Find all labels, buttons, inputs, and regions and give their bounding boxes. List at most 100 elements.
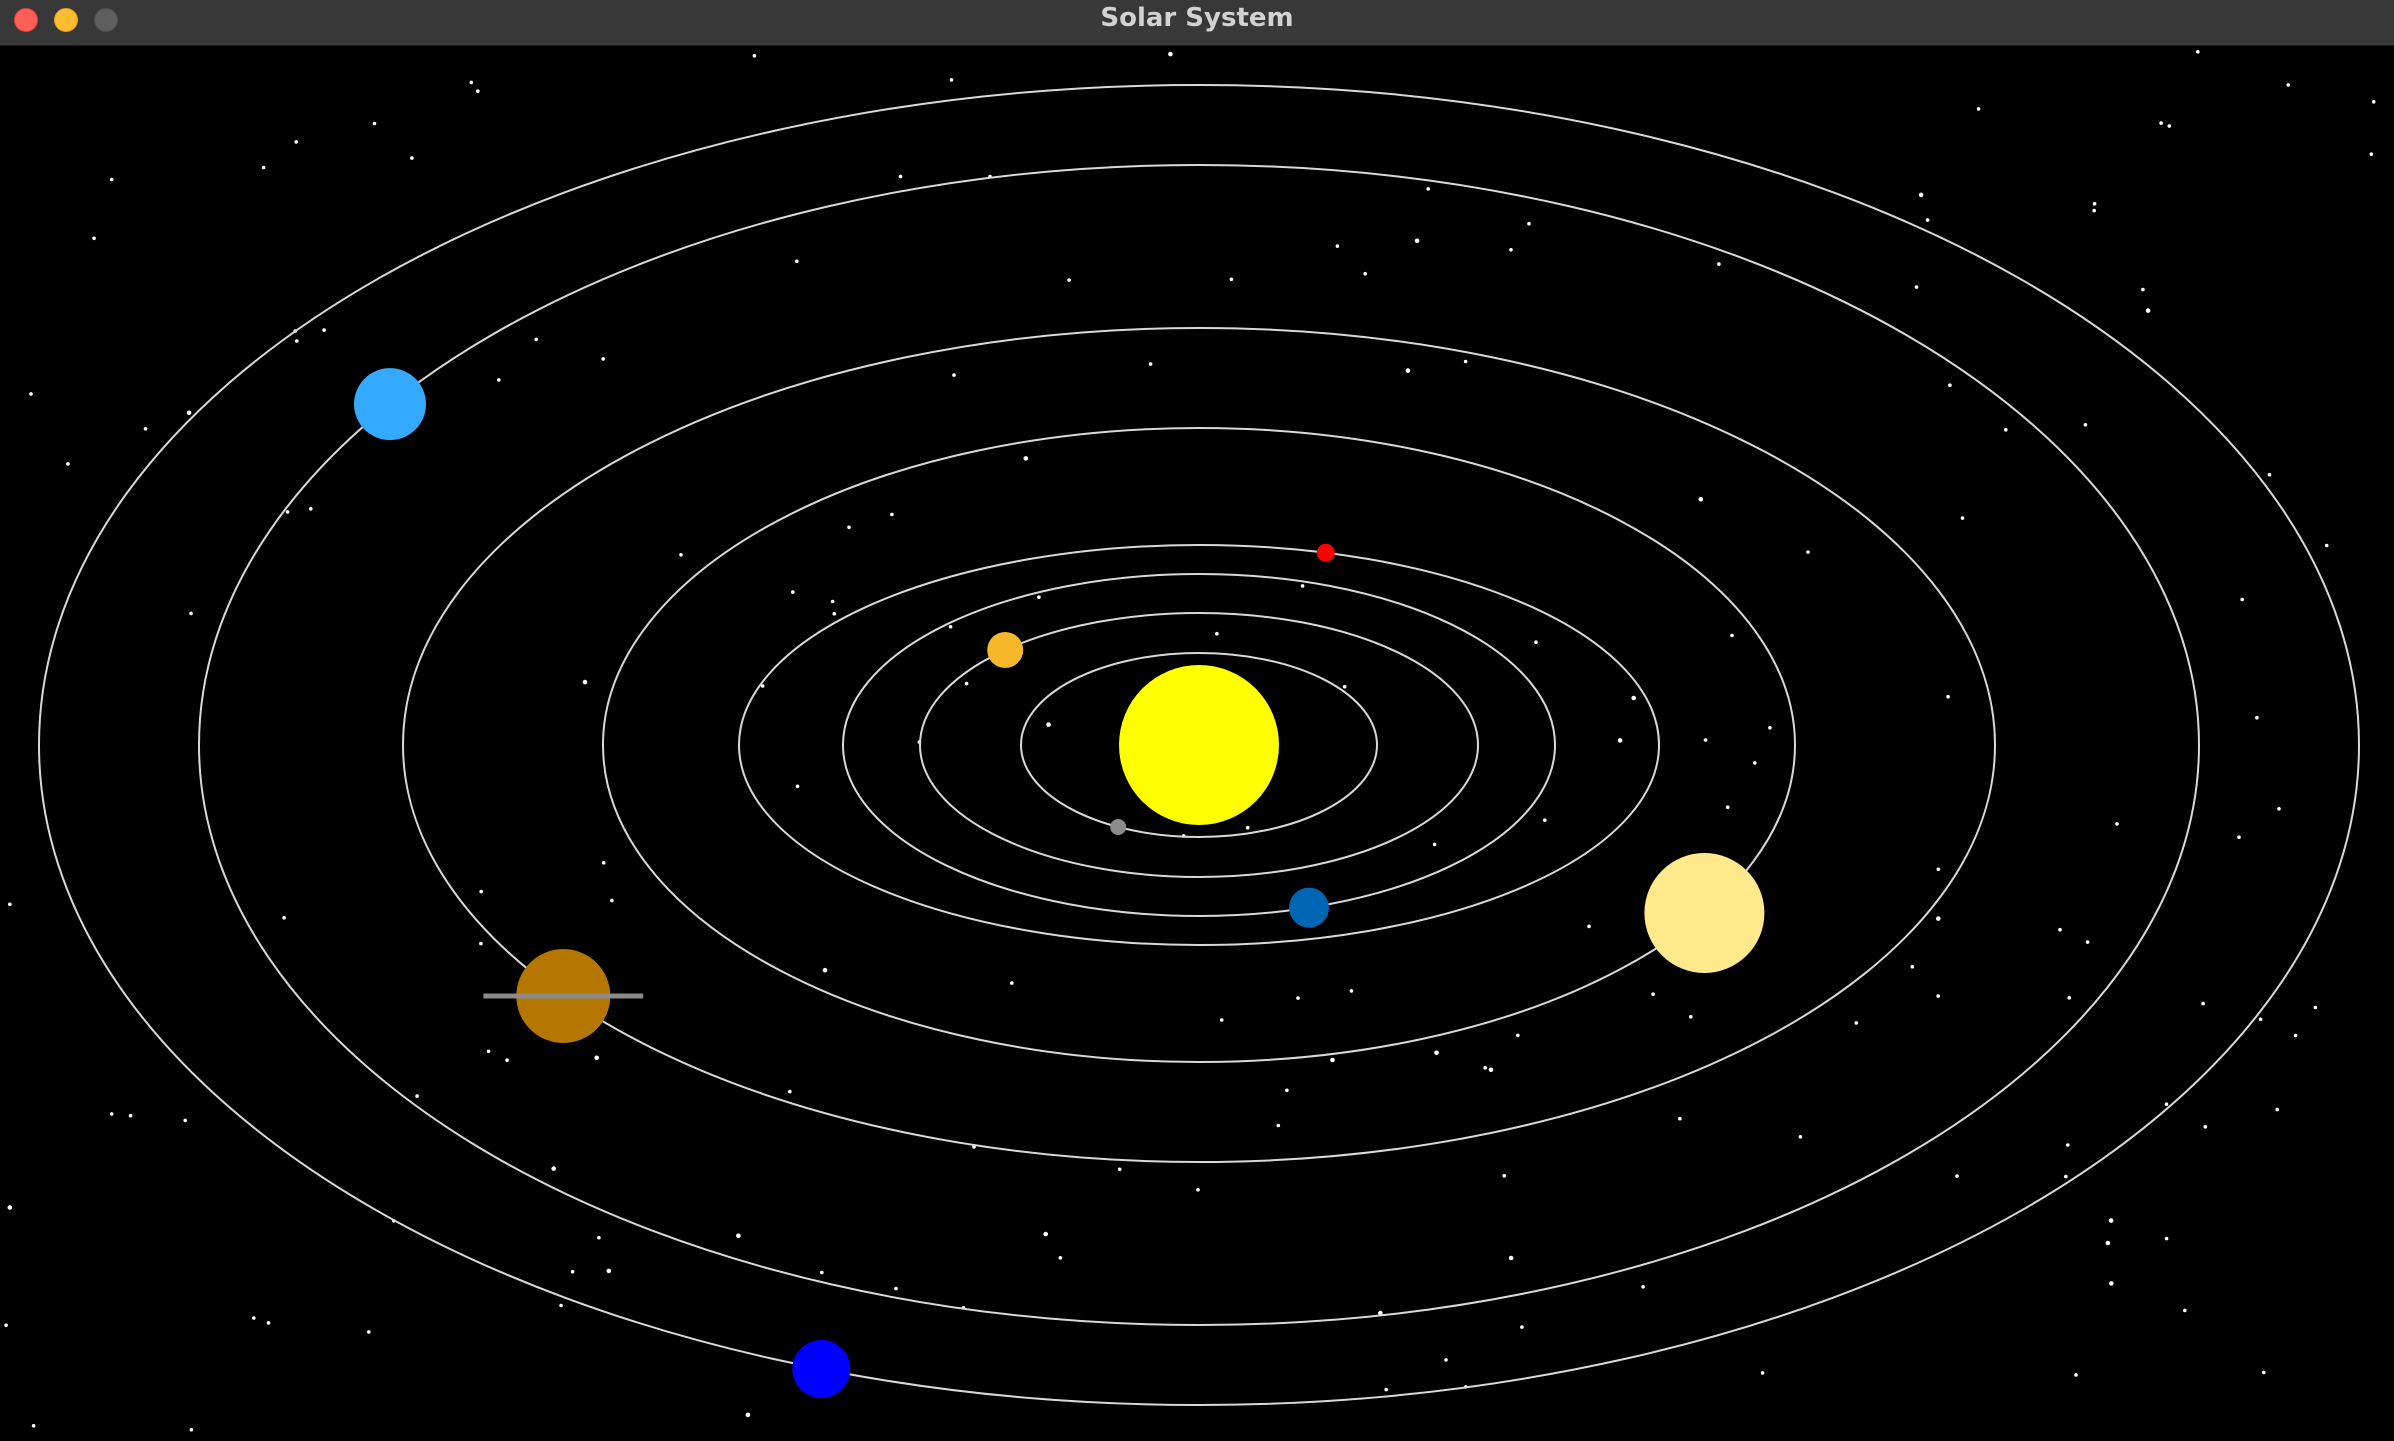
mars	[1316, 543, 1335, 562]
star	[795, 259, 799, 264]
uranus	[354, 368, 426, 441]
venus	[987, 632, 1024, 668]
star	[1798, 1135, 1803, 1139]
star	[890, 512, 894, 517]
star	[1918, 192, 1924, 198]
star	[2085, 940, 2090, 944]
neptune	[792, 1340, 851, 1398]
star	[1587, 924, 1591, 929]
star	[894, 1286, 898, 1291]
star	[534, 337, 538, 342]
star	[1229, 277, 1234, 282]
star	[1384, 1387, 1388, 1392]
star	[266, 1321, 271, 1325]
star	[1717, 262, 1721, 266]
star	[822, 967, 828, 973]
star	[2167, 124, 2172, 128]
star	[1527, 221, 1531, 226]
star	[2369, 152, 2374, 156]
solar-system-canvas	[4, 50, 2376, 1432]
star	[469, 80, 474, 85]
star	[1276, 1123, 1281, 1128]
star	[252, 1316, 256, 1320]
star	[832, 611, 837, 616]
title-bar[interactable]: Solar System	[0, 0, 2394, 46]
star	[820, 1270, 824, 1275]
star	[1067, 278, 1071, 282]
star	[1196, 1188, 1200, 1192]
star	[2074, 1373, 2078, 1377]
planet-saturn	[483, 949, 644, 1043]
star	[109, 177, 114, 182]
mercury	[1110, 819, 1127, 835]
star	[1651, 992, 1655, 996]
jupiter	[1644, 853, 1765, 973]
sun	[1119, 665, 1279, 825]
star	[597, 1235, 601, 1240]
star	[1760, 1371, 1765, 1375]
star	[1976, 107, 1981, 111]
star	[1023, 456, 1029, 461]
star	[2240, 597, 2244, 602]
star	[1245, 825, 1250, 830]
star	[1296, 996, 1300, 1000]
star	[1753, 761, 1757, 765]
star	[791, 590, 795, 594]
star	[2255, 715, 2259, 720]
star	[1960, 516, 1965, 520]
planet-mars	[1316, 543, 1335, 562]
star	[1617, 738, 1623, 743]
star	[679, 553, 683, 557]
star	[1946, 694, 1950, 699]
star	[1335, 244, 1340, 248]
star	[949, 78, 954, 82]
star	[2067, 996, 2072, 1000]
star	[505, 1058, 509, 1062]
star	[1910, 964, 1915, 969]
star	[1925, 218, 1930, 222]
star	[2064, 1174, 2068, 1179]
star	[1914, 285, 1919, 289]
star	[1543, 818, 1547, 822]
star	[2262, 1370, 2266, 1375]
star	[285, 510, 290, 514]
star	[2164, 1236, 2169, 1241]
window-title: Solar System	[1100, 3, 1294, 33]
star	[2105, 1240, 2111, 1246]
star	[128, 1113, 133, 1118]
star	[847, 525, 851, 530]
star	[372, 121, 377, 126]
star	[2267, 472, 2272, 477]
star	[476, 89, 480, 93]
star	[2203, 1125, 2208, 1129]
star	[410, 156, 414, 160]
star	[795, 784, 800, 789]
star	[109, 1112, 114, 1116]
star	[1936, 994, 1940, 998]
star	[295, 339, 299, 343]
star	[594, 1055, 599, 1061]
star	[66, 462, 70, 466]
star	[322, 328, 326, 332]
star	[1955, 1174, 1959, 1178]
star	[1502, 1174, 1506, 1178]
star	[948, 625, 953, 629]
star	[1432, 842, 1437, 847]
star	[2286, 83, 2290, 87]
star	[1854, 1021, 1859, 1025]
planet-earth	[1289, 887, 1329, 928]
star	[2183, 1308, 2187, 1313]
star	[2109, 1281, 2114, 1286]
star	[1444, 1358, 1448, 1362]
star	[745, 1412, 751, 1418]
star	[2058, 927, 2062, 932]
star	[31, 1424, 36, 1428]
star	[2145, 308, 2151, 313]
star	[1936, 867, 1941, 872]
star	[29, 392, 33, 396]
star	[1703, 738, 1708, 742]
star	[1046, 722, 1051, 727]
star	[606, 1268, 612, 1274]
star	[1725, 805, 1730, 809]
planet-mercury	[1110, 819, 1127, 835]
